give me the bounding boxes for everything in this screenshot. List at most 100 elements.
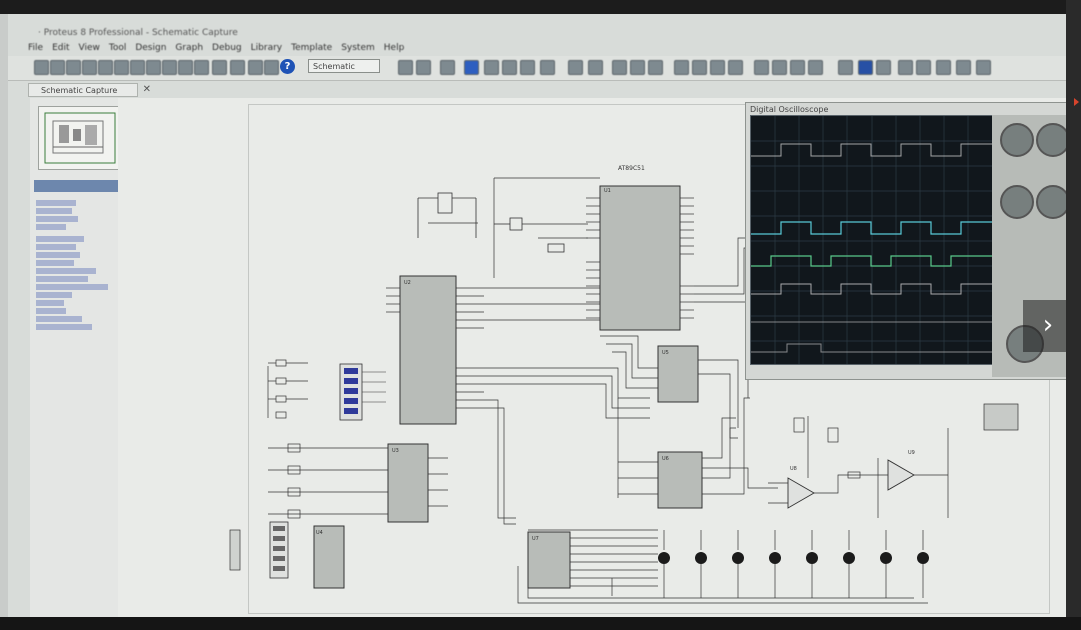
channel-c-knob[interactable] xyxy=(1000,185,1034,219)
list-item[interactable] xyxy=(36,252,80,258)
netlist-icon[interactable] xyxy=(956,60,971,75)
decompose-icon[interactable] xyxy=(808,60,823,75)
gerber-icon[interactable] xyxy=(162,60,177,75)
close-icon[interactable]: ✕ xyxy=(143,83,151,97)
list-item[interactable] xyxy=(36,236,84,242)
open-file-icon[interactable] xyxy=(50,60,65,75)
menu-file[interactable]: File xyxy=(28,40,43,56)
schematic-icon[interactable] xyxy=(114,60,129,75)
list-item[interactable] xyxy=(36,284,108,290)
ic-u3[interactable]: U3 xyxy=(387,443,429,523)
help-icon[interactable]: ? xyxy=(280,59,295,74)
list-item[interactable] xyxy=(36,216,78,222)
paste-icon[interactable] xyxy=(648,60,663,75)
list-item[interactable] xyxy=(36,260,74,266)
zoom-select[interactable]: Schematic xyxy=(308,59,380,73)
zoom-out-icon[interactable] xyxy=(502,60,517,75)
oscilloscope-window[interactable]: Digital Oscilloscope xyxy=(745,102,1066,380)
op-amp-2[interactable]: U9 xyxy=(887,450,915,491)
list-item[interactable] xyxy=(36,300,64,306)
package-icon[interactable] xyxy=(248,60,263,75)
channel-b-knob[interactable] xyxy=(1036,123,1066,157)
dip-switch-2[interactable] xyxy=(269,521,289,579)
copy-icon[interactable] xyxy=(630,60,645,75)
menu-system[interactable]: System xyxy=(341,40,375,56)
ic-u5[interactable]: U5 xyxy=(657,345,699,403)
play-indicator-icon xyxy=(1074,98,1079,106)
menu-edit[interactable]: Edit xyxy=(52,40,69,56)
list-item[interactable] xyxy=(36,208,72,214)
wire-autorouter-icon[interactable] xyxy=(838,60,853,75)
exit-to-parent-icon[interactable] xyxy=(936,60,951,75)
make-device-icon[interactable] xyxy=(772,60,787,75)
list-item[interactable] xyxy=(36,316,82,322)
electrical-check-icon[interactable] xyxy=(976,60,991,75)
zoom-area-icon[interactable] xyxy=(540,60,555,75)
cut-icon[interactable] xyxy=(612,60,627,75)
menu-tool[interactable]: Tool xyxy=(109,40,126,56)
menu-library[interactable]: Library xyxy=(251,40,282,56)
tab-schematic-capture[interactable]: Schematic Capture ✕ xyxy=(28,83,151,97)
pick-device-icon[interactable] xyxy=(754,60,769,75)
import-icon[interactable] xyxy=(82,60,97,75)
save-icon[interactable] xyxy=(66,60,81,75)
zoom-in-icon[interactable] xyxy=(484,60,499,75)
remove-sheet-icon[interactable] xyxy=(916,60,931,75)
list-item[interactable] xyxy=(36,268,96,274)
op-amp-1[interactable]: U8 xyxy=(787,466,815,509)
packaging-icon[interactable] xyxy=(790,60,805,75)
redo-icon[interactable] xyxy=(588,60,603,75)
overview-preview[interactable] xyxy=(38,106,122,170)
led-group xyxy=(658,530,929,598)
menu-design[interactable]: Design xyxy=(135,40,166,56)
menu-graph[interactable]: Graph xyxy=(175,40,203,56)
block-rotate-icon[interactable] xyxy=(710,60,725,75)
ic-u6[interactable]: U6 xyxy=(657,451,703,509)
list-item[interactable] xyxy=(36,276,88,282)
origin-icon[interactable] xyxy=(440,60,455,75)
library-icon[interactable] xyxy=(212,60,227,75)
block-copy-icon[interactable] xyxy=(674,60,689,75)
list-item[interactable] xyxy=(36,200,76,206)
list-item[interactable] xyxy=(36,292,72,298)
menu-bar: File Edit View Tool Design Graph Debug L… xyxy=(8,40,1066,56)
new-file-icon[interactable] xyxy=(34,60,49,75)
source-code-icon[interactable] xyxy=(194,60,209,75)
menu-view[interactable]: View xyxy=(79,40,100,56)
pcb-icon[interactable] xyxy=(130,60,145,75)
zoom-all-icon[interactable] xyxy=(520,60,535,75)
new-sheet-icon[interactable] xyxy=(898,60,913,75)
block-delete-icon[interactable] xyxy=(728,60,743,75)
next-image-button[interactable]: › xyxy=(1023,300,1066,352)
dip-switch[interactable] xyxy=(339,363,386,421)
channel-d-knob[interactable] xyxy=(1036,185,1066,219)
list-item[interactable] xyxy=(36,308,66,314)
menu-help[interactable]: Help xyxy=(384,40,405,56)
pan-icon[interactable] xyxy=(464,60,479,75)
channel-a-knob[interactable] xyxy=(1000,123,1034,157)
microcontroller-u2[interactable]: U2 xyxy=(399,275,457,425)
property-tool-icon[interactable] xyxy=(876,60,891,75)
menu-debug[interactable]: Debug xyxy=(212,40,242,56)
microcontroller-u1[interactable]: AT89C51 U1 xyxy=(599,165,681,331)
dollar-icon[interactable] xyxy=(264,60,279,75)
list-item[interactable] xyxy=(36,244,76,250)
led xyxy=(658,552,670,564)
device-selector-header[interactable] xyxy=(34,180,122,192)
ic-u4[interactable]: U4 xyxy=(313,525,345,589)
ic-u7[interactable]: U7 xyxy=(527,531,571,589)
3d-view-icon[interactable] xyxy=(146,60,161,75)
component-icon[interactable] xyxy=(230,60,245,75)
refresh-icon[interactable] xyxy=(398,60,413,75)
list-item[interactable] xyxy=(36,224,66,230)
connector-j1[interactable] xyxy=(229,529,241,571)
undo-icon[interactable] xyxy=(568,60,583,75)
grid-icon[interactable] xyxy=(416,60,431,75)
search-tag-icon[interactable] xyxy=(858,60,873,75)
home-icon[interactable] xyxy=(98,60,113,75)
menu-template[interactable]: Template xyxy=(291,40,332,56)
push-buttons[interactable] xyxy=(268,443,388,519)
block-move-icon[interactable] xyxy=(692,60,707,75)
list-item[interactable] xyxy=(36,324,92,330)
bom-icon[interactable] xyxy=(178,60,193,75)
